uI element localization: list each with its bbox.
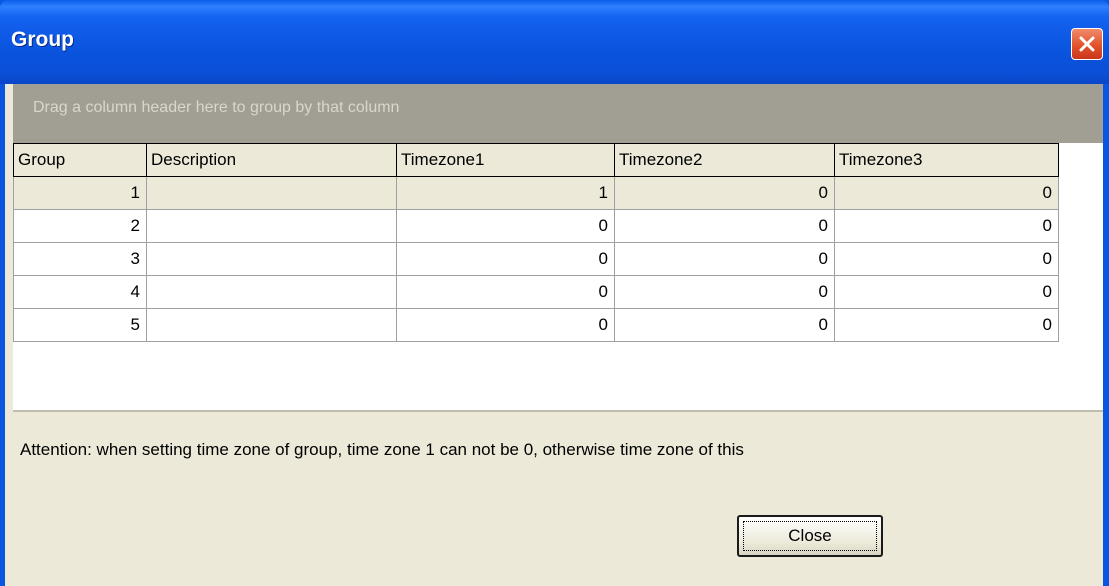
cell-group[interactable]: 1 (13, 176, 147, 210)
column-header-description[interactable]: Description (146, 143, 397, 177)
table-row[interactable]: 4 0 0 0 (13, 275, 1059, 309)
close-button[interactable]: Close (737, 515, 883, 557)
cell-group[interactable]: 5 (13, 308, 147, 342)
cell-timezone2[interactable]: 0 (614, 275, 835, 309)
title-bar[interactable]: Group (0, 0, 1109, 84)
cell-timezone1[interactable]: 1 (396, 176, 615, 210)
attention-notice: Attention: when setting time zone of gro… (20, 440, 744, 459)
cell-description[interactable] (146, 209, 397, 243)
group-dialog: Group Drag a column header here to group… (0, 0, 1109, 586)
cell-timezone3[interactable]: 0 (834, 242, 1059, 276)
title-close-button[interactable] (1071, 28, 1103, 60)
group-table: Group Description Timezone1 Timezone2 Ti… (13, 143, 1059, 342)
column-header-timezone2[interactable]: Timezone2 (614, 143, 835, 177)
column-header-timezone3[interactable]: Timezone3 (834, 143, 1059, 177)
divider (13, 410, 1103, 412)
table-row[interactable]: 3 0 0 0 (13, 242, 1059, 276)
table-row[interactable]: 5 0 0 0 (13, 308, 1059, 342)
cell-timezone1[interactable]: 0 (396, 242, 615, 276)
window-title: Group (11, 28, 74, 51)
cell-timezone1[interactable]: 0 (396, 308, 615, 342)
table-row[interactable]: 1 1 0 0 (13, 176, 1059, 210)
cell-timezone2[interactable]: 0 (614, 242, 835, 276)
cell-group[interactable]: 4 (13, 275, 147, 309)
cell-timezone2[interactable]: 0 (614, 176, 835, 210)
cell-description[interactable] (146, 308, 397, 342)
cell-timezone3[interactable]: 0 (834, 176, 1059, 210)
column-header-group[interactable]: Group (13, 143, 147, 177)
cell-description[interactable] (146, 275, 397, 309)
table-row[interactable]: 2 0 0 0 (13, 209, 1059, 243)
cell-description[interactable] (146, 242, 397, 276)
cell-timezone1[interactable]: 0 (396, 275, 615, 309)
cell-timezone3[interactable]: 0 (834, 209, 1059, 243)
cell-timezone1[interactable]: 0 (396, 209, 615, 243)
group-by-panel[interactable]: Drag a column header here to group by th… (13, 84, 1103, 143)
data-grid[interactable]: Group Description Timezone1 Timezone2 Ti… (13, 143, 1103, 410)
cell-description[interactable] (146, 176, 397, 210)
column-header-timezone1[interactable]: Timezone1 (396, 143, 615, 177)
cell-group[interactable]: 2 (13, 209, 147, 243)
cell-timezone2[interactable]: 0 (614, 209, 835, 243)
cell-timezone2[interactable]: 0 (614, 308, 835, 342)
cell-timezone3[interactable]: 0 (834, 275, 1059, 309)
header-row: Group Description Timezone1 Timezone2 Ti… (13, 143, 1059, 177)
group-by-hint: Drag a column header here to group by th… (33, 99, 400, 116)
cell-timezone3[interactable]: 0 (834, 308, 1059, 342)
close-icon (1079, 36, 1095, 52)
cell-group[interactable]: 3 (13, 242, 147, 276)
close-button-label: Close (743, 521, 877, 551)
